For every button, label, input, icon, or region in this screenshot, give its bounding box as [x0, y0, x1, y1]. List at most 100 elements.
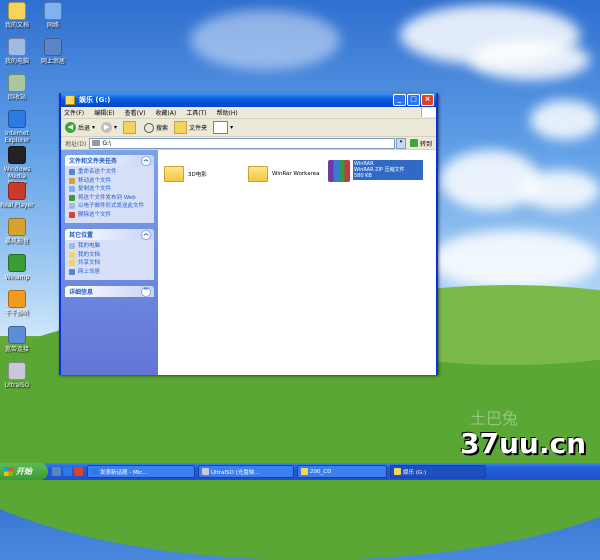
taskbar-window-button[interactable]: 200_CD: [297, 465, 387, 478]
faint-watermark: 土巴兔: [470, 409, 519, 428]
file-tasks-title: 文件和文件夹任务: [69, 158, 118, 165]
file-task-link[interactable]: 复制这个文件: [69, 186, 150, 193]
up-folder-button[interactable]: [123, 121, 138, 134]
rar-file-label: WinRAR WinRAR ZIP 压缩文件 580 KB: [353, 160, 423, 180]
desktop-shortcut-label: 网上邻居: [40, 58, 65, 65]
folder-label: 3D电影: [188, 172, 207, 178]
back-button[interactable]: ◀ 后退 ▾: [65, 122, 95, 133]
file-task-link[interactable]: 移动这个文件: [69, 177, 150, 185]
storm-player-icon: [8, 218, 26, 236]
menu-file[interactable]: 文件(F): [64, 108, 84, 117]
desktop-shortcut-label: 暴风影音: [4, 238, 29, 245]
folder-item[interactable]: 3D电影: [164, 166, 207, 182]
minimize-button[interactable]: _: [393, 94, 406, 106]
network-places-icon: [44, 38, 62, 56]
other-place-link[interactable]: 我的电脑: [69, 243, 150, 250]
other-place-label: 我的文档: [78, 251, 101, 258]
menu-edit[interactable]: 编辑(E): [94, 108, 114, 117]
taskbar-window-button[interactable]: 娱乐 (G:): [390, 465, 486, 478]
rar-file-size: 580 KB: [354, 173, 372, 179]
other-place-link[interactable]: 我的文档: [69, 251, 150, 259]
desktop-shortcut[interactable]: Winamp: [0, 254, 34, 281]
file-task-link[interactable]: 以电子邮件形式发送此文件: [69, 203, 150, 210]
chevron-down-icon: ▾: [92, 124, 96, 131]
other-place-label: 共享文档: [78, 260, 101, 266]
expand-icon[interactable]: ︾: [141, 286, 151, 297]
windows-flag-icon: [4, 467, 13, 476]
menu-tools[interactable]: 工具(T): [186, 108, 206, 117]
file-task-icon: [69, 211, 75, 218]
desktop-shortcut-label: 回收站: [7, 94, 26, 101]
other-place-link[interactable]: 共享文档: [69, 260, 150, 267]
desktop-shortcut[interactable]: Windows Media Player: [0, 146, 34, 187]
desktop-shortcut[interactable]: 我的电脑: [0, 38, 34, 65]
quick-launch: [52, 467, 83, 476]
task-pane: 文件和文件夹任务 ︽ 重命名这个文件 移动这个文件 复制这个文件 将这个文件发布到 W…: [61, 150, 158, 375]
rar-file-item[interactable]: WinRAR WinRAR ZIP 压缩文件 580 KB: [328, 160, 423, 182]
other-place-link[interactable]: 网上邻居: [69, 268, 150, 276]
details-header[interactable]: 详细信息 ︾: [65, 286, 154, 297]
media-player-icon[interactable]: [74, 467, 83, 476]
views-button[interactable]: ▾: [213, 121, 233, 134]
file-task-label: 以电子邮件形式发送此文件: [78, 203, 145, 209]
file-task-link[interactable]: 将这个文件发布到 Web: [69, 194, 150, 202]
menu-view[interactable]: 查看(V): [125, 108, 146, 117]
internet-explorer-icon[interactable]: [63, 467, 72, 476]
desktop-shortcut[interactable]: 回收站: [0, 74, 34, 101]
go-button[interactable]: 转到: [409, 139, 432, 148]
other-places-header[interactable]: 其它位置 ︽: [65, 229, 154, 240]
file-tasks-header[interactable]: 文件和文件夹任务 ︽: [65, 155, 154, 166]
taskbar: 开始 发表新话题 - Mic... UltraISO (光盘映... 200_CD 娱…: [0, 463, 600, 480]
file-task-link[interactable]: 重命名这个文件: [69, 169, 150, 176]
address-dropdown-button[interactable]: ▾: [395, 137, 406, 149]
winrar-archive-icon: [328, 160, 350, 182]
file-task-icon: [69, 169, 75, 175]
desktop-shortcut[interactable]: 我的文档: [0, 2, 34, 29]
menu-favorites[interactable]: 收藏(A): [155, 108, 176, 117]
menu-help[interactable]: 帮助(H): [217, 108, 238, 117]
address-value: G:\: [102, 139, 112, 147]
desktop-shortcut-label: 千千静听: [4, 310, 29, 317]
music-player-icon: [8, 290, 26, 308]
file-list: 3D电影 WinRar Workarea WinRAR WinRAR ZIP 压…: [158, 150, 436, 375]
file-task-label: 删除这个文件: [78, 211, 112, 218]
start-button[interactable]: 开始: [0, 463, 48, 480]
recycle-bin-icon: [8, 74, 26, 92]
desktop-shortcut[interactable]: Real Player: [0, 182, 34, 209]
show-desktop-icon[interactable]: [52, 467, 61, 476]
file-task-icon: [69, 177, 75, 184]
taskbar-window-button[interactable]: 发表新话题 - Mic...: [87, 465, 195, 478]
desktop-shortcut[interactable]: 网上邻居: [36, 38, 70, 65]
file-task-label: 将这个文件发布到 Web: [78, 194, 136, 201]
app-icon: [301, 468, 308, 475]
collapse-icon[interactable]: ︽: [141, 155, 151, 166]
desktop-shortcut-label: Winamp: [4, 274, 30, 281]
folder-item[interactable]: WinRar Workarea: [248, 166, 320, 182]
chevron-down-icon: ▾: [230, 124, 234, 131]
desktop-shortcut[interactable]: UltraISO: [0, 362, 34, 389]
app-icon: [202, 468, 209, 475]
media-player-icon: [8, 146, 26, 164]
file-task-icon: [69, 203, 75, 209]
desktop-shortcut[interactable]: Internet Explorer: [0, 110, 34, 144]
folder-icon: [65, 95, 75, 105]
collapse-icon[interactable]: ︽: [141, 229, 151, 240]
maximize-button[interactable]: □: [407, 94, 420, 106]
forward-button[interactable]: ▶ ▾: [101, 122, 117, 133]
network-icon: [44, 2, 62, 20]
close-button[interactable]: ×: [421, 94, 434, 106]
my-computer-icon: [8, 38, 26, 56]
desktop-shortcut[interactable]: 宽带连接: [0, 326, 34, 353]
taskbar-window-button[interactable]: UltraISO (光盘映...: [198, 465, 294, 478]
window-titlebar[interactable]: 娱乐 (G:) _ □ ×: [61, 93, 436, 107]
desktop-shortcut-label: 网络: [46, 22, 59, 29]
search-button[interactable]: 搜索: [144, 122, 168, 133]
file-task-link[interactable]: 删除这个文件: [69, 211, 150, 219]
desktop-shortcut[interactable]: 千千静听: [0, 290, 34, 317]
folders-button[interactable]: 文件夹: [174, 121, 207, 134]
address-input[interactable]: G:\: [89, 137, 395, 149]
other-place-label: 网上邻居: [78, 268, 101, 275]
back-arrow-icon: ◀: [65, 122, 76, 133]
desktop-shortcut[interactable]: 暴风影音: [0, 218, 34, 245]
desktop-shortcut[interactable]: 网络: [36, 2, 70, 29]
